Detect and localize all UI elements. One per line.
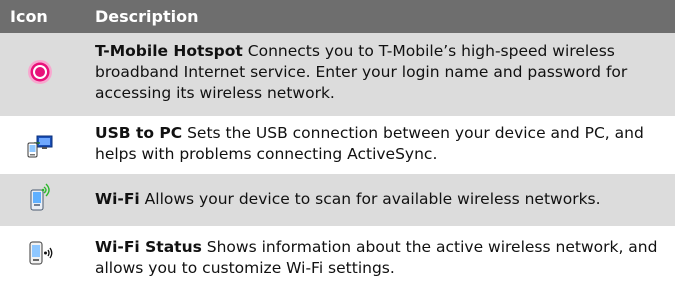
row-term: T-Mobile Hotspot <box>95 42 243 60</box>
table-row: T-Mobile Hotspot Connects you to T-Mobil… <box>0 33 675 117</box>
row-text: Allows your device to scan for available… <box>139 190 601 208</box>
row-term: USB to PC <box>95 124 183 142</box>
row-description: Wi-Fi Allows your device to scan for ava… <box>80 189 675 210</box>
table-row: USB to PC Sets the USB connection betwee… <box>0 117 675 174</box>
row-description: USB to PC Sets the USB connection betwee… <box>80 123 675 165</box>
table-row: Wi-Fi Status Shows information about the… <box>0 227 675 285</box>
row-term: Wi-Fi <box>95 190 140 208</box>
row-term: Wi-Fi Status <box>95 238 202 256</box>
table-header: Icon Description <box>0 0 675 33</box>
row-description: T-Mobile Hotspot Connects you to T-Mobil… <box>80 41 675 104</box>
wifi-status-icon <box>0 237 80 267</box>
row-description: Wi-Fi Status Shows information about the… <box>80 237 675 279</box>
icon-column-header: Icon <box>10 7 48 26</box>
table-row: Wi-Fi Allows your device to scan for ava… <box>0 174 675 227</box>
hotspot-icon <box>0 41 80 85</box>
usb-to-pc-icon <box>0 123 80 159</box>
icon-description-table: Icon Description T-Mobile Hotspot Connec… <box>0 0 675 285</box>
wifi-icon <box>0 181 80 211</box>
description-column-header: Description <box>95 7 199 26</box>
